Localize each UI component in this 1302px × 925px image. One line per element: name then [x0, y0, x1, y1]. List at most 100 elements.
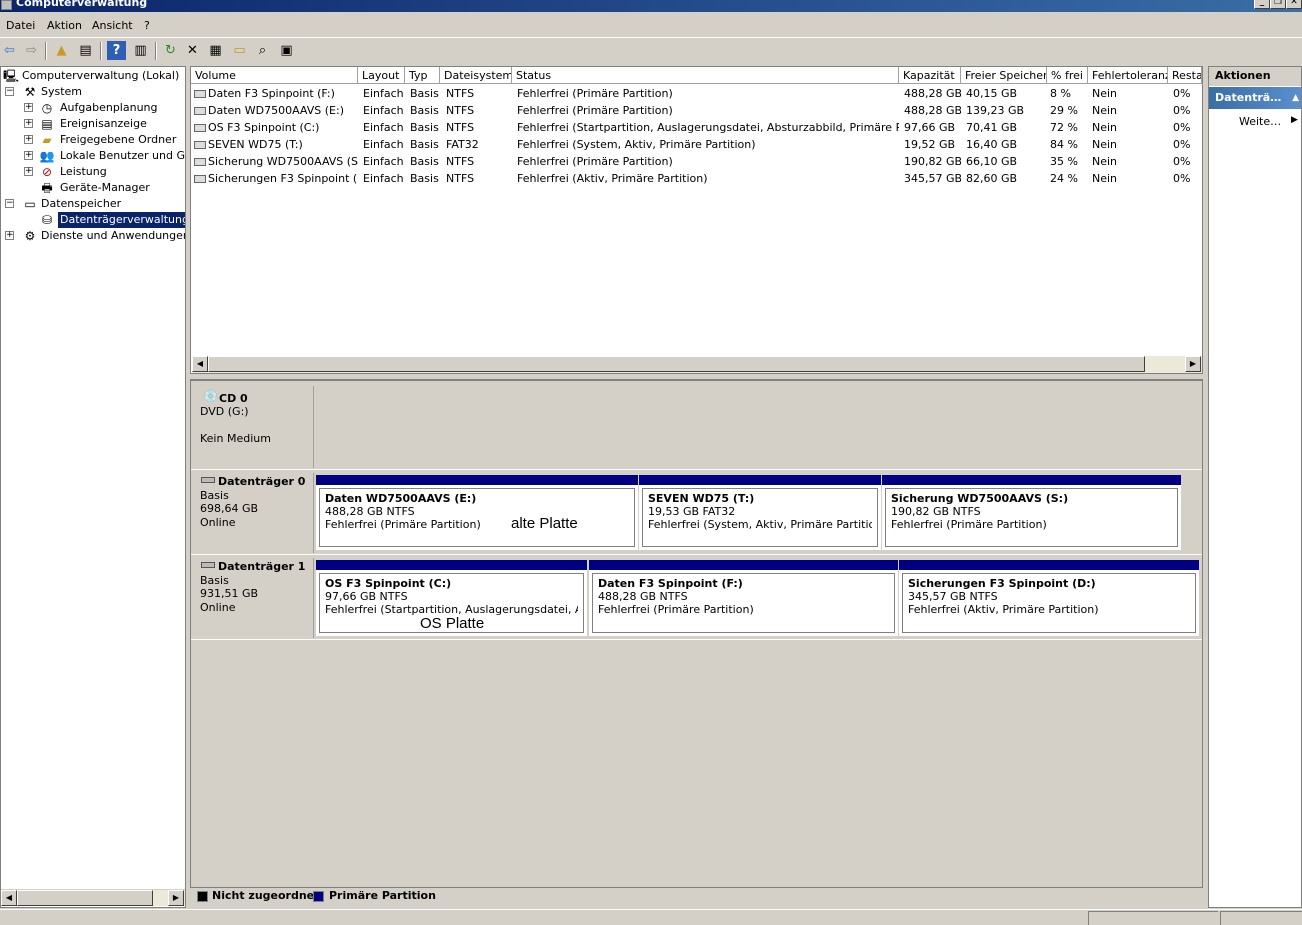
menu-ansicht[interactable]: Ansicht — [92, 19, 133, 32]
table-cell: Fehlerfrei (Primäre Partition) — [517, 155, 673, 168]
scroll-right-icon[interactable]: ▶ — [168, 890, 184, 906]
more-actions-link[interactable]: Weitere Aktionen ▶ — [1239, 115, 1298, 128]
toolbar-separator — [45, 42, 47, 60]
table-cell: 190,82 GB — [904, 155, 961, 168]
show-hide-tree-icon[interactable]: ▤ — [76, 41, 95, 60]
export-icon[interactable]: ▣ — [277, 41, 296, 60]
expand-icon[interactable]: + — [24, 135, 33, 144]
collapse-icon[interactable]: − — [5, 87, 14, 96]
refresh-icon[interactable]: ↻ — [161, 41, 180, 60]
partition-c[interactable]: OS F3 Spinpoint (C:) 97,66 GB NTFS Fehle… — [316, 560, 587, 636]
partition-size: 488,28 GB NTFS — [598, 590, 688, 603]
tree-item-datenspeicher[interactable]: − ▭ Datenspeicher — [5, 196, 185, 212]
volume-list-horizontal-scrollbar[interactable]: ◀ ▶ — [192, 356, 1202, 373]
table-row[interactable]: Daten F3 Spinpoint (F:) Einfach Basis NT… — [191, 85, 1202, 102]
up-folder-icon[interactable]: ▲ — [52, 41, 71, 60]
tree-item-datentraegerverwaltung[interactable]: ⛁ Datenträgerverwaltung — [24, 212, 185, 228]
table-cell: NTFS — [446, 104, 475, 117]
table-cell: Nein — [1092, 87, 1118, 100]
expand-icon[interactable]: + — [24, 151, 33, 160]
table-row[interactable]: SEVEN WD75 (T:) Einfach Basis FAT32 Fehl… — [191, 136, 1202, 153]
volume-name-cell: Daten WD7500AAVS (E:) — [194, 102, 358, 119]
column-header-status[interactable]: Status — [512, 67, 899, 84]
column-header-layout[interactable]: Layout — [358, 67, 405, 84]
partition-size: 19,53 GB FAT32 — [648, 505, 736, 518]
table-cell: 97,66 GB — [904, 121, 956, 134]
minimize-icon[interactable]: _ — [1254, 0, 1270, 9]
partition-s[interactable]: Sicherung WD7500AAVS (S:) 190,82 GB NTFS… — [882, 475, 1181, 550]
table-row[interactable]: OS F3 Spinpoint (C:) Einfach Basis NTFS … — [191, 119, 1202, 136]
table-row[interactable]: Sicherungen F3 Spinpoint (D:) Einfach Ba… — [191, 170, 1202, 187]
collapse-up-icon[interactable]: ▲ — [1292, 87, 1299, 109]
tree-item-freigegebene-ordner[interactable]: + ▰ Freigegebene Ordner — [24, 132, 184, 148]
table-cell: Nein — [1092, 138, 1118, 151]
column-header-kapazitaet[interactable]: Kapazität — [899, 67, 961, 84]
partition-t[interactable]: SEVEN WD75 (T:) 19,53 GB FAT32 Fehlerfre… — [639, 475, 881, 550]
tree-item-dienste[interactable]: + ⚙ Dienste und Anwendungen — [5, 228, 185, 244]
partition-d[interactable]: Sicherungen F3 Spinpoint (D:) 345,57 GB … — [899, 560, 1199, 636]
tree-item-leistung[interactable]: + ⊘ Leistung — [24, 164, 184, 180]
expand-icon[interactable]: + — [24, 119, 33, 128]
delete-icon[interactable]: ✕ — [183, 41, 202, 60]
volume-name: OS F3 Spinpoint (C:) — [208, 121, 320, 134]
column-header-typ[interactable]: Typ — [405, 67, 440, 84]
tree-label: Geräte-Manager — [60, 181, 150, 194]
properties-icon[interactable]: ▦ — [206, 41, 225, 60]
users-icon: 👥 — [39, 149, 55, 163]
open-icon[interactable]: ▭ — [230, 41, 249, 60]
tree-item-system[interactable]: − ⚒ System — [5, 84, 185, 100]
column-header-restaufwand[interactable]: Restaufwand — [1168, 67, 1202, 84]
table-cell: Fehlerfrei (Primäre Partition) — [517, 87, 673, 100]
cd-empty-area[interactable] — [315, 386, 1202, 468]
partition-e[interactable]: Daten WD7500AAVS (E:) 488,28 GB NTFS Feh… — [316, 475, 638, 550]
expand-icon[interactable]: + — [5, 231, 14, 240]
menu-datei[interactable]: Datei — [6, 19, 35, 32]
close-icon[interactable]: ✕ — [1286, 0, 1302, 9]
disk-label-disk1[interactable]: Datenträger 1 Basis 931,51 GB Online — [193, 558, 314, 638]
restore-icon[interactable]: ❐ — [1270, 0, 1286, 9]
tree-item-geraete-manager[interactable]: 🖶 Geräte-Manager — [24, 180, 184, 196]
partition-f[interactable]: Daten F3 Spinpoint (F:) 488,28 GB NTFS F… — [589, 560, 898, 636]
scroll-left-icon[interactable]: ◀ — [1, 890, 17, 906]
column-header-dateisystem[interactable]: Dateisystem — [440, 67, 512, 84]
tree-item-root[interactable]: 🖳 Computerverwaltung (Lokal) — [3, 68, 185, 84]
volume-icon — [194, 175, 206, 183]
partition-name: SEVEN WD75 (T:) — [648, 492, 755, 505]
scroll-thumb[interactable] — [17, 890, 153, 906]
actions-section-header[interactable]: Datenträgerverwaltung ▲ — [1209, 87, 1301, 109]
help-icon[interactable]: ? — [107, 41, 126, 60]
search-icon[interactable]: ⌕ — [253, 41, 272, 60]
table-row[interactable]: Sicherung WD7500AAVS (S:) Einfach Basis … — [191, 153, 1202, 170]
disk-label-cd0[interactable]: 💿 CD 0 DVD (G:) Kein Medium — [193, 386, 314, 468]
volume-icon — [194, 90, 206, 98]
divider — [191, 469, 1202, 470]
scroll-right-icon[interactable]: ▶ — [1185, 356, 1201, 372]
partition-body: Sicherungen F3 Spinpoint (D:) 345,57 GB … — [902, 573, 1196, 633]
back-arrow-icon[interactable]: ⇦ — [0, 41, 19, 60]
show-hide-action-pane-icon[interactable]: ▥ — [131, 41, 150, 60]
table-cell: 488,28 GB — [904, 104, 961, 117]
tree-horizontal-scrollbar[interactable]: ◀ ▶ — [1, 889, 185, 906]
tree-item-aufgabenplanung[interactable]: + ◷ Aufgabenplanung — [24, 100, 184, 116]
partition-size: 97,66 GB NTFS — [325, 590, 408, 603]
scroll-left-icon[interactable]: ◀ — [192, 356, 208, 372]
expand-icon[interactable]: + — [24, 167, 33, 176]
menu-aktion[interactable]: Aktion — [47, 19, 82, 32]
tree-item-ereignisanzeige[interactable]: + ▤ Ereignisanzeige — [24, 116, 184, 132]
primary-partition-bar — [316, 475, 638, 485]
column-header-volume[interactable]: Volume — [191, 67, 358, 84]
collapse-icon[interactable]: − — [5, 199, 14, 208]
column-header-freier-speicher[interactable]: Freier Speicher — [961, 67, 1047, 84]
actions-title: Aktionen — [1209, 67, 1301, 86]
expand-icon[interactable]: + — [24, 103, 33, 112]
column-header-prozent-frei[interactable]: % frei — [1047, 67, 1088, 84]
table-row[interactable]: Daten WD7500AAVS (E:) Einfach Basis NTFS… — [191, 102, 1202, 119]
disk-label-disk0[interactable]: Datenträger 0 Basis 698,64 GB Online — [193, 473, 314, 553]
tree-item-lokale-benutzer[interactable]: + 👥 Lokale Benutzer und Gruppen — [24, 148, 185, 164]
scroll-thumb[interactable] — [208, 356, 1145, 372]
column-header-fehlertoleranz[interactable]: Fehlertoleranz — [1088, 67, 1168, 84]
menu-help[interactable]: ? — [144, 19, 150, 32]
tree-label-selected: Datenträgerverwaltung — [58, 212, 185, 228]
device-manager-icon: 🖶 — [41, 181, 53, 195]
forward-arrow-icon[interactable]: ⇨ — [22, 41, 41, 60]
